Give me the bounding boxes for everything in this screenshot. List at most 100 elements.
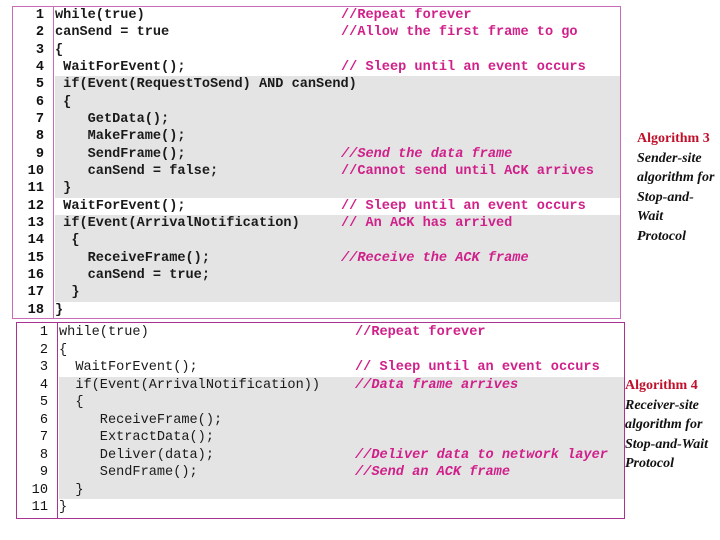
line-number: 8 (35, 129, 44, 145)
caption-description: Sender-site algorithm for Stop-and- Wait… (637, 149, 720, 247)
code-line: 2 canSend = true //Allow the first frame t… (13, 24, 620, 41)
caption-line: algorithm for (625, 417, 703, 432)
line-number: 2 (35, 25, 44, 41)
code-line-content: while(true) //Repeat forever (59, 324, 624, 342)
code-line-content: } (55, 284, 620, 302)
code-line-content: } (55, 302, 620, 319)
code-line: 6 { (13, 93, 620, 111)
code-text: if(Event(RequestToSend) AND canSend) (55, 77, 357, 93)
code-line-content: } (55, 180, 620, 198)
code-line: 1 while(true) //Repeat forever (17, 324, 624, 342)
line-number: 1 (35, 8, 44, 23)
line-number: 16 (27, 267, 44, 283)
line-number: 3 (35, 42, 44, 58)
line-number: 6 (35, 94, 44, 110)
code-line-content: { (55, 93, 620, 111)
code-text: GetData(); (55, 111, 170, 127)
code-line: 4 WaitForEvent(); // Sleep until an event… (13, 59, 620, 76)
line-number: 4 (39, 377, 48, 393)
code-comment: // Sleep until an event occurs (341, 198, 586, 214)
code-line-content: } (59, 499, 624, 517)
line-number: 14 (27, 233, 44, 249)
caption-title: Algorithm 4 (625, 378, 698, 393)
line-number: 4 (35, 59, 44, 75)
code-text: { (55, 94, 72, 110)
code-line: 10 } (17, 481, 624, 499)
receiver-algorithm-caption: Algorithm 4 Receiver-site algorithm for … (625, 376, 720, 474)
code-text: SendFrame(); (59, 465, 198, 480)
code-line-content: canSend = true //Allow the first frame to… (55, 24, 620, 41)
line-number: 12 (27, 198, 44, 214)
code-line: 2{ (17, 342, 624, 360)
caption-line: Stop-and- (637, 189, 694, 205)
caption-line: algorithm for (637, 170, 715, 185)
code-line-content: SendFrame(); //Send the data frame (55, 145, 620, 163)
code-line: 18} (13, 302, 620, 319)
code-line: 10 canSend = false; //Cannot send until A… (13, 162, 620, 181)
line-number: 11 (31, 500, 48, 515)
code-line: 14 { (13, 232, 620, 250)
code-comment: //Allow the first frame to go (341, 25, 578, 41)
code-line-content: { (59, 394, 624, 412)
code-line: 9 SendFrame(); //Send the data frame (13, 145, 620, 163)
code-line-content: WaitForEvent(); // Sleep until an event o… (59, 359, 624, 377)
line-number: 5 (39, 395, 48, 410)
code-comment: // An ACK has arrived (341, 215, 513, 231)
code-comment: //Data frame arrives (355, 377, 519, 393)
line-number: 1 (39, 325, 48, 340)
code-line: 4 if(Event(ArrivalNotification)) //Data f… (17, 376, 624, 394)
code-text: ReceiveFrame(); (55, 250, 210, 266)
code-text: while(true) (59, 325, 149, 340)
caption-line: Stop-and-Wait (625, 436, 708, 452)
code-text: canSend = true; (55, 267, 210, 283)
code-comment: //Repeat forever (355, 325, 486, 340)
code-line: 11 } (13, 180, 620, 198)
code-text: { (59, 395, 84, 410)
caption-line: Sender-site (637, 150, 702, 166)
code-comment: //Cannot send until ACK arrives (341, 163, 594, 179)
code-text: Deliver(data); (59, 447, 214, 463)
line-number: 7 (35, 111, 44, 127)
sender-algorithm-caption: Algorithm 3 Sender-site algorithm for St… (637, 129, 720, 246)
code-text: { (59, 342, 68, 358)
code-comment: // Sleep until an event occurs (341, 59, 586, 75)
code-line: 5 { (17, 394, 624, 412)
code-text: } (55, 285, 80, 301)
code-comment: // Sleep until an event occurs (355, 360, 600, 375)
line-number: 5 (35, 77, 44, 93)
code-text: } (55, 302, 64, 318)
code-line: 1 while(true) //Repeat forever (13, 7, 620, 24)
code-line-content: MakeFrame(); (55, 128, 620, 146)
code-line-content: ExtractData(); (59, 429, 624, 447)
line-number: 13 (27, 215, 44, 231)
caption-title: Algorithm 3 (637, 131, 710, 146)
code-comment: //Deliver data to network layer (355, 447, 608, 463)
caption-line: Protocol (637, 228, 686, 244)
code-line: 7 ExtractData(); (17, 429, 624, 447)
code-line: 8 Deliver(data); //Deliver data to networ… (17, 446, 624, 464)
line-number: 9 (39, 465, 48, 480)
code-line-content: while(true) //Repeat forever (55, 7, 620, 24)
line-number: 3 (39, 360, 48, 375)
code-line: 16 canSend = true; (13, 266, 620, 285)
caption-line: Receiver-site (625, 397, 699, 413)
code-text: WaitForEvent(); (55, 59, 186, 75)
code-line: 3{ (13, 42, 620, 59)
code-line-content: if(Event(ArrivalNotification) // An ACK h… (55, 214, 620, 233)
line-number: 2 (39, 342, 48, 358)
sender-algorithm-code-box: 1 while(true) //Repeat forever 2 canSend = t… (12, 6, 621, 319)
code-line-content: ReceiveFrame(); //Receive the ACK frame (55, 249, 620, 267)
code-line: 17 } (13, 284, 620, 302)
code-text: { (55, 42, 64, 58)
code-line-content: canSend = true; (55, 266, 620, 285)
code-line-content: GetData(); (55, 110, 620, 129)
caption-line: Wait (637, 209, 664, 224)
caption-description: Receiver-site algorithm for Stop-and-Wai… (625, 396, 720, 474)
line-number: 11 (27, 181, 44, 197)
code-line-content: { (59, 342, 624, 360)
code-comment: //Send an ACK frame (355, 465, 510, 480)
line-number: 9 (35, 146, 44, 162)
code-comment: //Repeat forever (341, 8, 472, 23)
code-comment: //Send the data frame (341, 146, 513, 162)
code-line-content: WaitForEvent(); // Sleep until an event o… (55, 59, 620, 76)
